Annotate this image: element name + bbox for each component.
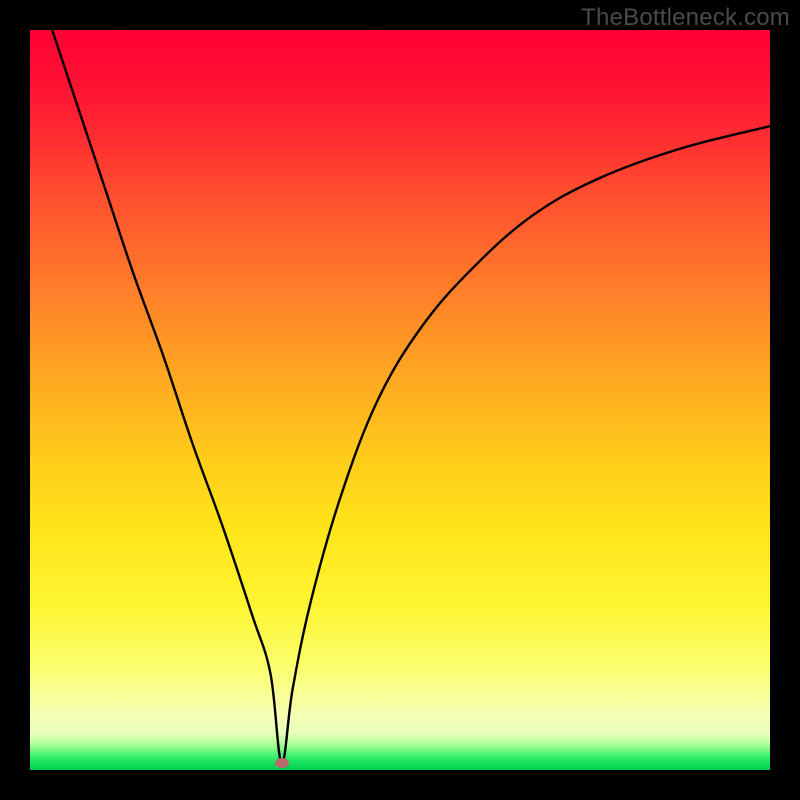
bottleneck-curve — [30, 30, 770, 770]
watermark-text: TheBottleneck.com — [581, 4, 790, 32]
curve-path — [52, 30, 770, 763]
chart-frame: TheBottleneck.com — [0, 0, 800, 800]
curve-min-marker — [275, 758, 289, 768]
plot-area — [30, 30, 770, 770]
